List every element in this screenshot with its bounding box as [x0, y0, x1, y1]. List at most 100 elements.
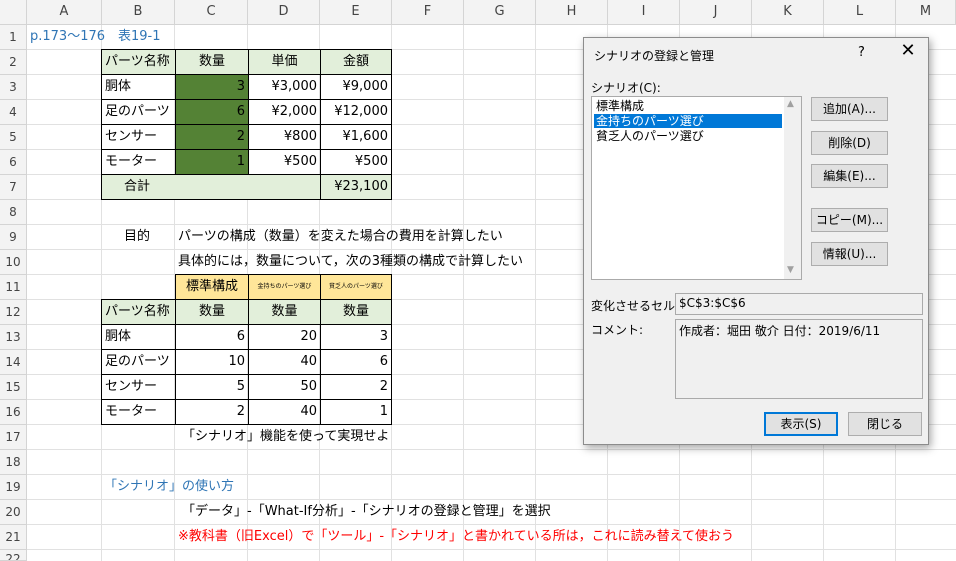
col-header-c[interactable]: C [175, 0, 248, 25]
cell-e2[interactable]: 金額 [320, 49, 392, 75]
col-header-b[interactable]: B [102, 0, 175, 25]
cell-c15[interactable]: 5 [175, 374, 249, 400]
row-header-20[interactable]: 20 [0, 500, 27, 525]
scroll-up-icon[interactable]: ▲ [787, 99, 794, 109]
cell-e7-total[interactable]: ¥23,100 [320, 174, 392, 200]
cell-d14[interactable]: 40 [248, 349, 321, 375]
cell-c3[interactable]: 3 [175, 74, 249, 100]
cell-d2[interactable]: 単価 [248, 49, 321, 75]
cell-b5[interactable]: センサー [101, 124, 176, 150]
scenario-item-rich[interactable]: 金持ちのパーツ選び [594, 114, 782, 128]
cell-c4[interactable]: 6 [175, 99, 249, 125]
row-header-11[interactable]: 11 [0, 275, 27, 300]
cell-d4[interactable]: ¥2,000 [248, 99, 321, 125]
cell-e15[interactable]: 2 [320, 374, 392, 400]
row-header-17[interactable]: 17 [0, 425, 27, 450]
cell-d11[interactable]: 金持ちのパーツ選び [248, 274, 321, 300]
scenario-listbox[interactable]: 標準構成 金持ちのパーツ選び 貧乏人のパーツ選び ▲ ▼ [591, 96, 802, 280]
cell-b16[interactable]: モーター [101, 399, 176, 425]
cell-c20[interactable]: 「データ」-「What-If分析」-「シナリオの登録と管理」を選択 [182, 500, 551, 524]
row-header-15[interactable]: 15 [0, 375, 27, 400]
cell-b12[interactable]: パーツ名称 [101, 299, 176, 325]
col-header-g[interactable]: G [464, 0, 536, 25]
edit-button[interactable]: 編集(E)... [811, 164, 888, 188]
cell-b19[interactable]: 「シナリオ」の使い方 [104, 475, 234, 499]
close-button[interactable]: 閉じる [848, 412, 922, 436]
row-header-9[interactable]: 9 [0, 225, 27, 250]
row-header-8[interactable]: 8 [0, 200, 27, 225]
cell-c14[interactable]: 10 [175, 349, 249, 375]
scenario-item-poor[interactable]: 貧乏人のパーツ選び [594, 129, 706, 143]
row-header-1[interactable]: 1 [0, 25, 27, 50]
row-header-12[interactable]: 12 [0, 300, 27, 325]
cell-e5[interactable]: ¥1,600 [320, 124, 392, 150]
cell-e6[interactable]: ¥500 [320, 149, 392, 175]
cell-b7-total-label[interactable]: 合計 [101, 174, 321, 200]
cell-e16[interactable]: 1 [320, 399, 392, 425]
cell-c13[interactable]: 6 [175, 324, 249, 350]
cell-b15[interactable]: センサー [101, 374, 176, 400]
row-header-22[interactable]: 22 [0, 550, 27, 561]
cell-b4[interactable]: 足のパーツ [101, 99, 176, 125]
col-header-f[interactable]: F [392, 0, 464, 25]
cell-e14[interactable]: 6 [320, 349, 392, 375]
row-header-6[interactable]: 6 [0, 150, 27, 175]
cell-b3[interactable]: 胴体 [101, 74, 176, 100]
row-header-4[interactable]: 4 [0, 100, 27, 125]
show-button[interactable]: 表示(S) [764, 412, 838, 436]
cell-e11[interactable]: 貧乏人のパーツ選び [320, 274, 392, 300]
col-header-h[interactable]: H [536, 0, 608, 25]
cell-d13[interactable]: 20 [248, 324, 321, 350]
cell-c17[interactable]: 「シナリオ」機能を使って実現せよ [182, 425, 389, 449]
col-header-e[interactable]: E [320, 0, 392, 25]
cell-d3[interactable]: ¥3,000 [248, 74, 321, 100]
cell-b2[interactable]: パーツ名称 [101, 49, 176, 75]
cell-b9[interactable]: 目的 [124, 225, 150, 249]
cell-c12[interactable]: 数量 [175, 299, 249, 325]
select-all-corner[interactable] [0, 0, 27, 25]
cell-d15[interactable]: 50 [248, 374, 321, 400]
cell-e3[interactable]: ¥9,000 [320, 74, 392, 100]
cell-d5[interactable]: ¥800 [248, 124, 321, 150]
help-icon[interactable]: ? [858, 45, 865, 60]
cell-e4[interactable]: ¥12,000 [320, 99, 392, 125]
list-scrollbar[interactable]: ▲ ▼ [784, 97, 801, 279]
row-header-13[interactable]: 13 [0, 325, 27, 350]
cell-a1-title[interactable]: p.173～176 表19-1 [30, 25, 161, 49]
add-button[interactable]: 追加(A)... [811, 97, 888, 121]
scroll-down-icon[interactable]: ▼ [787, 265, 794, 275]
cell-c21[interactable]: ※教科書（旧Excel）で「ツール」-「シナリオ」と書かれている所は，これに読み… [178, 525, 734, 549]
cell-c6[interactable]: 1 [175, 149, 249, 175]
cell-c2[interactable]: 数量 [175, 49, 249, 75]
copy-button[interactable]: コピー(M)... [811, 208, 888, 232]
col-header-d[interactable]: D [248, 0, 320, 25]
col-header-a[interactable]: A [27, 0, 102, 25]
cell-e13[interactable]: 3 [320, 324, 392, 350]
cell-c10[interactable]: 具体的には，数量について，次の3種類の構成で計算したい [178, 250, 523, 274]
row-header-5[interactable]: 5 [0, 125, 27, 150]
cell-e12[interactable]: 数量 [320, 299, 392, 325]
col-header-j[interactable]: J [680, 0, 752, 25]
row-header-2[interactable]: 2 [0, 50, 27, 75]
cell-c9[interactable]: パーツの構成（数量）を変えた場合の費用を計算したい [178, 225, 503, 249]
row-header-21[interactable]: 21 [0, 525, 27, 550]
row-header-3[interactable]: 3 [0, 75, 27, 100]
row-header-10[interactable]: 10 [0, 250, 27, 275]
col-header-k[interactable]: K [752, 0, 824, 25]
cell-c5[interactable]: 2 [175, 124, 249, 150]
row-header-18[interactable]: 18 [0, 450, 27, 475]
col-header-l[interactable]: L [824, 0, 896, 25]
info-button[interactable]: 情報(U)... [811, 242, 888, 266]
col-header-m[interactable]: M [896, 0, 956, 25]
row-header-19[interactable]: 19 [0, 475, 27, 500]
cell-c11[interactable]: 標準構成 [175, 274, 249, 300]
cell-d16[interactable]: 40 [248, 399, 321, 425]
delete-button[interactable]: 削除(D) [811, 131, 888, 155]
cell-b14[interactable]: 足のパーツ [101, 349, 176, 375]
col-header-i[interactable]: I [608, 0, 680, 25]
row-header-14[interactable]: 14 [0, 350, 27, 375]
cell-d12[interactable]: 数量 [248, 299, 321, 325]
scenario-item-standard[interactable]: 標準構成 [594, 99, 646, 113]
cell-d6[interactable]: ¥500 [248, 149, 321, 175]
close-icon[interactable]: ✕ [897, 40, 919, 61]
